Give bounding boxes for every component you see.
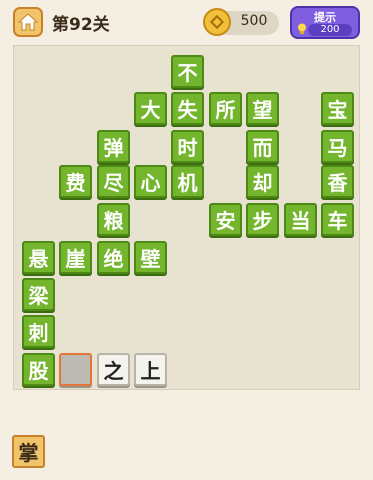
board-tile[interactable]: 望 [246,92,279,125]
board-tile[interactable]: 香 [321,165,354,198]
home-icon [18,13,38,31]
board-tile[interactable]: 壁 [134,241,167,274]
board-tile[interactable]: 当 [284,203,317,236]
board-tile[interactable]: 宝 [321,92,354,125]
coin-count: 500 [240,13,268,29]
coin-icon [203,8,231,36]
board-tile[interactable]: 之 [97,353,130,386]
board-tile[interactable]: 上 [134,353,167,386]
board-tile[interactable]: 股 [22,353,55,386]
board-tile[interactable]: 悬 [22,241,55,274]
board-tile[interactable]: 崖 [59,241,92,274]
board-tile[interactable]: 而 [246,130,279,163]
board-tile[interactable]: 却 [246,165,279,198]
board-tile[interactable]: 尽 [97,165,130,198]
home-button[interactable] [13,7,43,37]
board-tile[interactable]: 弹 [97,130,130,163]
level-title: 第92关 [52,15,110,35]
answer-bank-tile[interactable]: 掌 [12,435,45,468]
board-tile[interactable]: 不 [171,55,204,88]
board-tile[interactable]: 安 [209,203,242,236]
top-bar: 第92关 500 提示 200 [0,0,373,44]
board-tile[interactable]: 刺 [22,315,55,348]
board-empty-slot[interactable] [59,353,92,386]
board-tile[interactable]: 时 [171,130,204,163]
board-tile[interactable]: 失 [171,92,204,125]
hint-button[interactable]: 提示 200 [290,6,360,39]
board-tile[interactable]: 车 [321,203,354,236]
board-tile[interactable]: 费 [59,165,92,198]
board-tile[interactable]: 绝 [97,241,130,274]
board-tile[interactable]: 马 [321,130,354,163]
board-tile[interactable]: 机 [171,165,204,198]
board-tile[interactable]: 梁 [22,278,55,311]
board-tile[interactable]: 大 [134,92,167,125]
board-tile[interactable]: 心 [134,165,167,198]
board-tile[interactable]: 所 [209,92,242,125]
board-tile[interactable]: 步 [246,203,279,236]
board-tile[interactable]: 粮 [97,203,130,236]
hint-cost: 200 [320,24,340,35]
lightbulb-icon [298,23,306,34]
